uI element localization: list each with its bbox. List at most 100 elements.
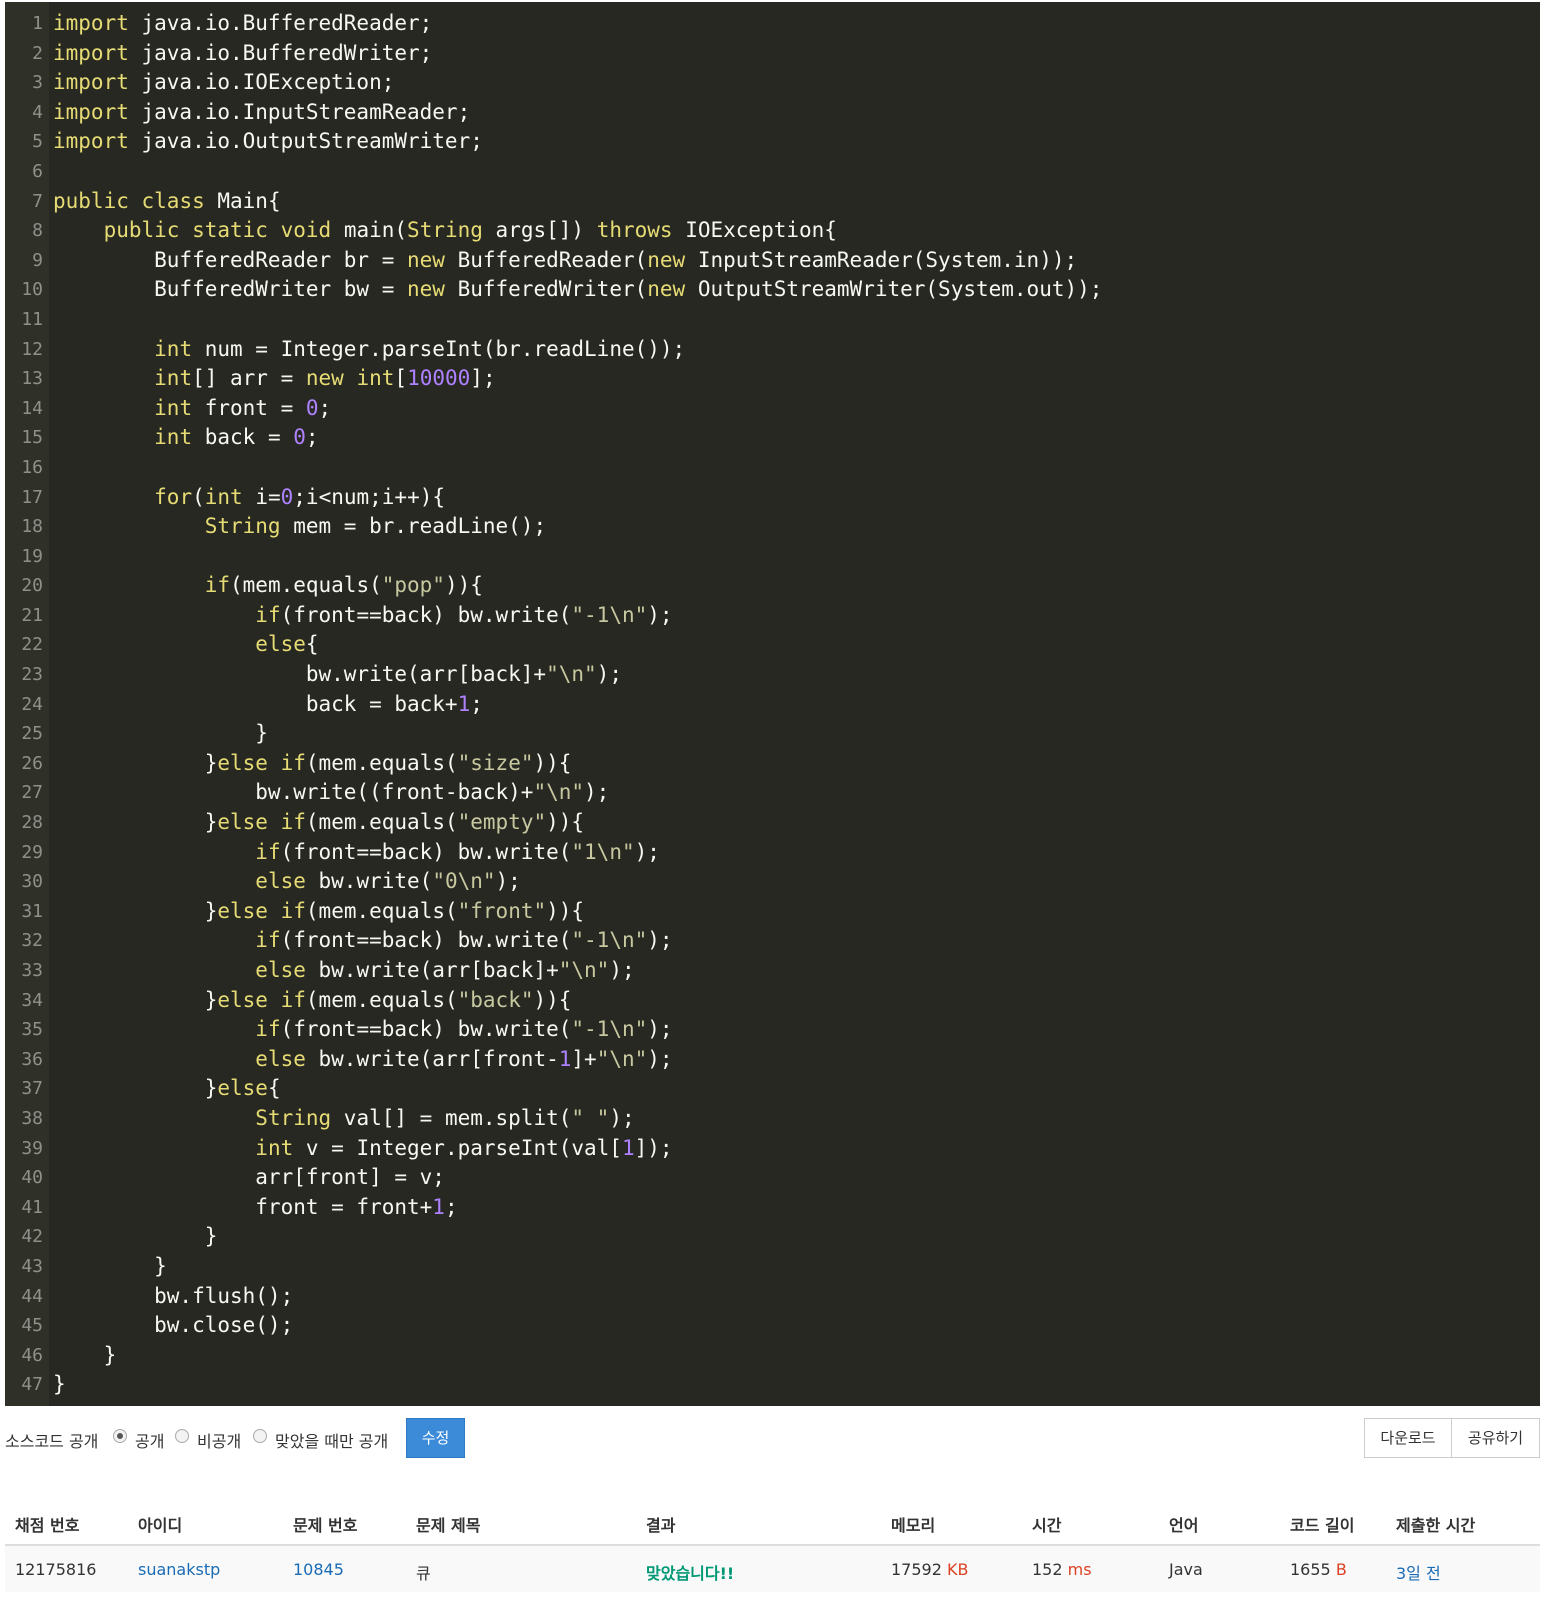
line-text: else bw.write("0\n"); [255, 869, 521, 894]
line-text: front = front+1; [53, 1194, 458, 1219]
line-text: bw.close(); [53, 1313, 294, 1338]
line-number: 22 [21, 634, 43, 656]
line-number: 23 [21, 664, 43, 686]
line-text: if(front==back) bw.write("-1\n"); [255, 928, 673, 953]
line-number: 1 [32, 13, 43, 34]
code-line: 42 } [5, 1222, 1540, 1252]
line-text: bw.write(arr[back]+"\n"); [53, 662, 622, 687]
problem-id-link[interactable]: 10845 [293, 1560, 344, 1579]
code-line: 30 else bw.write("0\n"); [5, 867, 1540, 897]
code-line: 3 import java.io.IOException; [5, 68, 1540, 98]
code-line: 33 else bw.write(arr[back]+"\n"); [5, 956, 1540, 986]
code-length-value: 1655 B [1290, 1560, 1347, 1579]
line-number: 11 [21, 308, 43, 330]
radio-private[interactable] [175, 1429, 189, 1443]
line-number: 9 [32, 249, 43, 271]
code-line: 4 import java.io.InputStreamReader; [5, 98, 1540, 128]
line-text: } [53, 1372, 66, 1397]
code-line: 45 bw.close(); [5, 1311, 1540, 1341]
language-value: Java [1169, 1560, 1203, 1579]
line-number: 4 [32, 101, 43, 123]
code-line: 37 }else{ [5, 1074, 1540, 1104]
line-text: String val[] = mem.split(" "); [255, 1105, 635, 1130]
line-text: else bw.write(arr[back]+"\n"); [255, 958, 635, 982]
memory-unit: KB [947, 1560, 969, 1579]
problem-title: 큐 [416, 1564, 431, 1583]
line-text: int v = Integer.parseInt(val[1]); [255, 1135, 673, 1160]
line-number: 19 [21, 545, 43, 567]
radio-public[interactable] [113, 1429, 127, 1443]
line-number: 24 [21, 693, 43, 715]
result-status: 맞았습니다!! [646, 1564, 735, 1583]
memory-number: 17592 [891, 1560, 942, 1579]
line-text: import java.io.BufferedReader; [53, 11, 433, 35]
code-line: 34 }else if(mem.equals("back")){ [5, 986, 1540, 1016]
code-line: 47} [5, 1370, 1540, 1400]
code-line: 20 if(mem.equals("pop")){ [5, 571, 1540, 601]
line-number: 31 [21, 900, 43, 922]
code-line: 26 }else if(mem.equals("size")){ [5, 749, 1540, 779]
line-number: 17 [21, 486, 43, 508]
download-button[interactable]: 다운로드 [1364, 1418, 1452, 1458]
line-number: 26 [21, 752, 43, 774]
line-text: int front = 0; [154, 395, 332, 420]
line-text: if(front==back) bw.write("1\n"); [255, 839, 660, 864]
line-text: arr[front] = v; [53, 1165, 445, 1190]
code-line: 16 [5, 453, 1540, 483]
line-number: 37 [21, 1078, 43, 1100]
line-text: }else if(mem.equals("empty")){ [53, 810, 585, 835]
line-number: 18 [21, 516, 43, 538]
line-text: if(mem.equals("pop")){ [204, 573, 483, 598]
line-text: } [53, 1253, 167, 1278]
code-line: 14 int front = 0; [5, 394, 1540, 424]
submission-id: 12175816 [15, 1560, 97, 1579]
line-number: 35 [21, 1019, 43, 1041]
line-number: 47 [21, 1374, 43, 1396]
code-length-unit: B [1335, 1560, 1347, 1579]
col-submission-id: 채점 번호 [15, 1516, 80, 1535]
code-line: 2 import java.io.BufferedWriter; [5, 39, 1540, 69]
code-line: 43 } [5, 1252, 1540, 1282]
share-button[interactable]: 공유하기 [1451, 1418, 1540, 1458]
code-line: 12 int num = Integer.parseInt(br.readLin… [5, 335, 1540, 365]
code-lines: 1 import java.io.BufferedReader; 2 import j… [5, 9, 1540, 1400]
line-number: 16 [21, 456, 43, 478]
col-result: 결과 [646, 1516, 676, 1535]
line-number: 8 [32, 220, 43, 242]
line-number: 33 [21, 960, 43, 981]
line-number: 32 [21, 930, 43, 952]
time-unit: ms [1067, 1560, 1092, 1579]
line-number: 3 [32, 72, 43, 94]
line-text: for(int i=0;i<num;i++){ [154, 484, 445, 509]
radio-accepted-only-label[interactable]: 맞았을 때만 공개 [275, 1428, 388, 1452]
line-text: if(front==back) bw.write("-1\n"); [255, 1017, 673, 1042]
radio-public-label[interactable]: 공개 [135, 1428, 164, 1452]
line-text: }else{ [53, 1076, 281, 1101]
col-code-length: 코드 길이 [1290, 1516, 1355, 1535]
line-number: 15 [21, 427, 43, 449]
line-text: import java.io.OutputStreamWriter; [53, 129, 483, 154]
line-number: 43 [21, 1255, 43, 1277]
line-number: 25 [21, 723, 43, 745]
col-memory: 메모리 [891, 1516, 936, 1535]
line-number: 6 [32, 160, 43, 182]
line-text: } [53, 721, 268, 746]
line-text: int[] arr = new int[10000]; [154, 366, 496, 391]
line-text: } [53, 1342, 117, 1367]
code-line: 41 front = front+1; [5, 1193, 1540, 1223]
line-text: } [53, 1224, 218, 1249]
radio-private-label[interactable]: 비공개 [197, 1428, 241, 1452]
code-line: 28 }else if(mem.equals("empty")){ [5, 808, 1540, 838]
line-text: import java.io.BufferedWriter; [53, 40, 433, 65]
line-number: 14 [21, 397, 43, 419]
user-id-link[interactable]: suanakstp [138, 1560, 220, 1579]
line-number: 38 [21, 1107, 43, 1129]
code-line: 13 int[] arr = new int[10000]; [5, 364, 1540, 394]
col-problem-id: 문제 번호 [293, 1516, 358, 1535]
line-text: back = back+1; [53, 691, 483, 716]
radio-accepted-only[interactable] [253, 1429, 267, 1443]
line-text: int back = 0; [154, 425, 319, 450]
code-editor[interactable]: 1 import java.io.BufferedReader; 2 import j… [5, 2, 1540, 1406]
edit-button[interactable]: 수정 [406, 1418, 465, 1458]
submitted-time-link[interactable]: 3일 전 [1396, 1560, 1441, 1584]
